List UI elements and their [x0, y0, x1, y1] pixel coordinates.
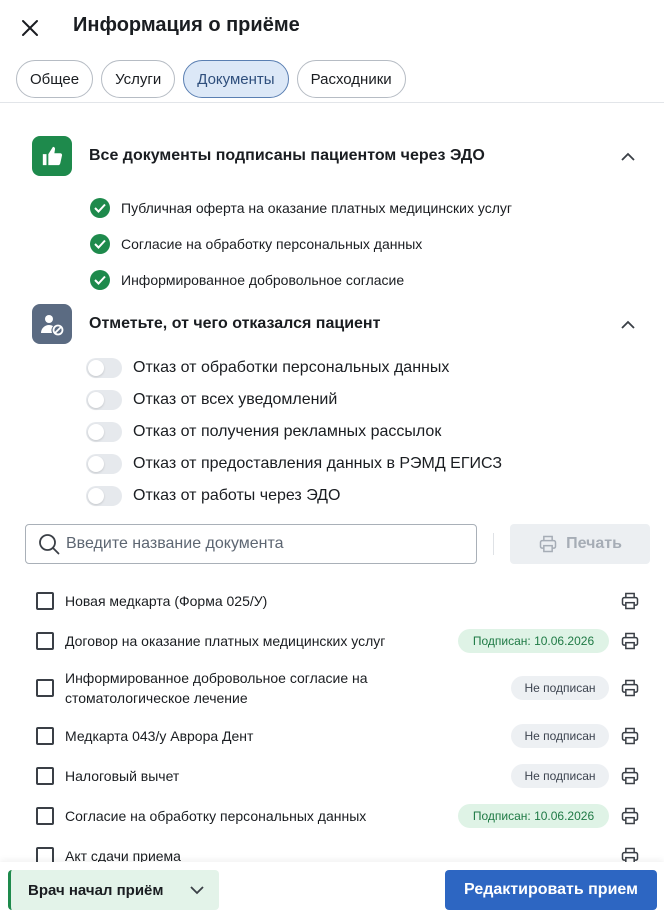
refusal-item: Отказ от предоставления данных в РЭМД ЕГ…	[86, 448, 502, 480]
status-badge: Не подписан	[511, 676, 609, 700]
document-checkbox[interactable]	[36, 727, 54, 745]
table-row: Договор на оказание платных медицинских …	[0, 629, 664, 653]
refusal-item-label: Отказ от всех уведомлений	[133, 391, 338, 408]
table-row: Согласие на обработку персональных данны…	[0, 804, 664, 828]
appointment-status-dropdown[interactable]: Врач начал приём	[8, 870, 219, 910]
signed-documents-list: Публичная оферта на оказание платных мед…	[90, 190, 512, 298]
tab-consumables[interactable]: Расходники	[296, 60, 406, 98]
tabs-divider	[0, 102, 664, 103]
document-print-button[interactable]	[619, 725, 641, 747]
status-badge: Подписан: 10.06.2026	[458, 804, 609, 828]
close-button[interactable]	[18, 16, 42, 40]
refusal-item: Отказ от работы через ЭДО	[86, 480, 502, 512]
refusal-item-label: Отказ от получения рекламных рассылок	[133, 423, 442, 440]
document-checkbox[interactable]	[36, 592, 54, 610]
chevron-down-icon	[190, 886, 204, 895]
document-checkbox[interactable]	[36, 679, 54, 697]
chevron-up-icon	[621, 152, 635, 161]
toolbar-divider	[493, 533, 494, 555]
search-icon	[39, 534, 60, 555]
table-row: Медкарта 043/у Аврора Дент Не подписан	[0, 724, 664, 748]
document-print-button[interactable]	[619, 765, 641, 787]
tab-documents[interactable]: Документы	[183, 60, 289, 98]
print-button[interactable]: Печать	[510, 524, 650, 564]
document-checkbox[interactable]	[36, 632, 54, 650]
refusal-section-badge	[32, 304, 72, 344]
close-icon	[22, 20, 38, 36]
refusal-section-title: Отметьте, от чего отказался пациент	[89, 315, 381, 332]
refusal-toggle[interactable]	[86, 454, 122, 474]
signed-section-collapse-button[interactable]	[616, 144, 640, 168]
document-print-button[interactable]	[619, 630, 641, 652]
document-name: Информированное добровольное согласие на…	[65, 668, 368, 708]
printer-icon	[621, 767, 639, 785]
document-print-button[interactable]	[619, 805, 641, 827]
document-print-button[interactable]	[619, 677, 641, 699]
document-print-button[interactable]	[619, 590, 641, 612]
status-badge: Не подписан	[511, 764, 609, 788]
refusal-item-label: Отказ от обработки персональных данных	[133, 359, 450, 376]
refusal-section-collapse-button[interactable]	[616, 312, 640, 336]
signed-section-title: Все документы подписаны пациентом через …	[89, 147, 485, 164]
refusal-options-list: Отказ от обработки персональных данных О…	[86, 352, 502, 512]
refusal-toggle[interactable]	[86, 390, 122, 410]
signed-item-label: Согласие на обработку персональных данны…	[121, 236, 423, 252]
document-name: Новая медкарта (Форма 025/У)	[65, 593, 268, 609]
refusal-toggle[interactable]	[86, 422, 122, 442]
refusal-toggle[interactable]	[86, 358, 122, 378]
printer-icon	[621, 727, 639, 745]
document-search	[25, 524, 477, 564]
signed-section-badge	[32, 136, 72, 176]
printer-icon	[621, 679, 639, 697]
thumbs-up-icon	[42, 146, 63, 166]
edit-appointment-button[interactable]: Редактировать прием	[445, 870, 657, 910]
header: Информация о приёме	[0, 0, 664, 56]
document-search-input[interactable]	[66, 535, 456, 553]
signed-item: Информированное добровольное согласие	[90, 262, 512, 298]
document-name-line: стоматологическое лечение	[65, 690, 248, 706]
chevron-up-icon	[621, 320, 635, 329]
document-name: Медкарта 043/у Аврора Дент	[65, 728, 254, 744]
refusal-item: Отказ от получения рекламных рассылок	[86, 416, 502, 448]
status-badge: Не подписан	[511, 724, 609, 748]
printer-icon	[539, 535, 557, 553]
document-name-line: Информированное добровольное согласие на	[65, 670, 368, 686]
document-name: Налоговый вычет	[65, 768, 180, 784]
signed-item: Публичная оферта на оказание платных мед…	[90, 190, 512, 226]
refusal-item-label: Отказ от работы через ЭДО	[133, 487, 341, 504]
appointment-status-label: Врач начал приём	[28, 881, 164, 899]
document-checkbox[interactable]	[36, 767, 54, 785]
printer-icon	[621, 592, 639, 610]
document-name: Договор на оказание платных медицинских …	[65, 633, 386, 649]
refusal-item: Отказ от обработки персональных данных	[86, 352, 502, 384]
tab-bar: Общее Услуги Документы Расходники	[16, 60, 406, 98]
document-checkbox[interactable]	[36, 807, 54, 825]
signed-item: Согласие на обработку персональных данны…	[90, 226, 512, 262]
print-button-label: Печать	[566, 535, 622, 552]
signed-section-header: Все документы подписаны пациентом через …	[32, 136, 642, 176]
check-circle-icon	[90, 234, 110, 254]
signed-item-label: Публичная оферта на оказание платных мед…	[121, 200, 513, 216]
refusal-item: Отказ от всех уведомлений	[86, 384, 502, 416]
user-block-icon	[41, 315, 64, 336]
table-row: Новая медкарта (Форма 025/У)	[0, 590, 664, 612]
refusal-section-header: Отметьте, от чего отказался пациент	[32, 304, 642, 344]
status-badge: Подписан: 10.06.2026	[458, 629, 609, 653]
printer-icon	[621, 807, 639, 825]
footer-bar: Врач начал приём Редактировать прием	[0, 862, 664, 918]
printer-icon	[621, 632, 639, 650]
document-name: Согласие на обработку персональных данны…	[65, 808, 367, 824]
page-title: Информация о приёме	[73, 14, 300, 36]
check-circle-icon	[90, 198, 110, 218]
signed-item-label: Информированное добровольное согласие	[121, 272, 405, 288]
table-row: Информированное добровольное согласие на…	[0, 668, 664, 708]
refusal-item-label: Отказ от предоставления данных в РЭМД ЕГ…	[133, 455, 503, 472]
tab-general[interactable]: Общее	[16, 60, 94, 98]
tab-services[interactable]: Услуги	[101, 60, 176, 98]
check-circle-icon	[90, 270, 110, 290]
table-row: Налоговый вычет Не подписан	[0, 764, 664, 788]
refusal-toggle[interactable]	[86, 486, 122, 506]
